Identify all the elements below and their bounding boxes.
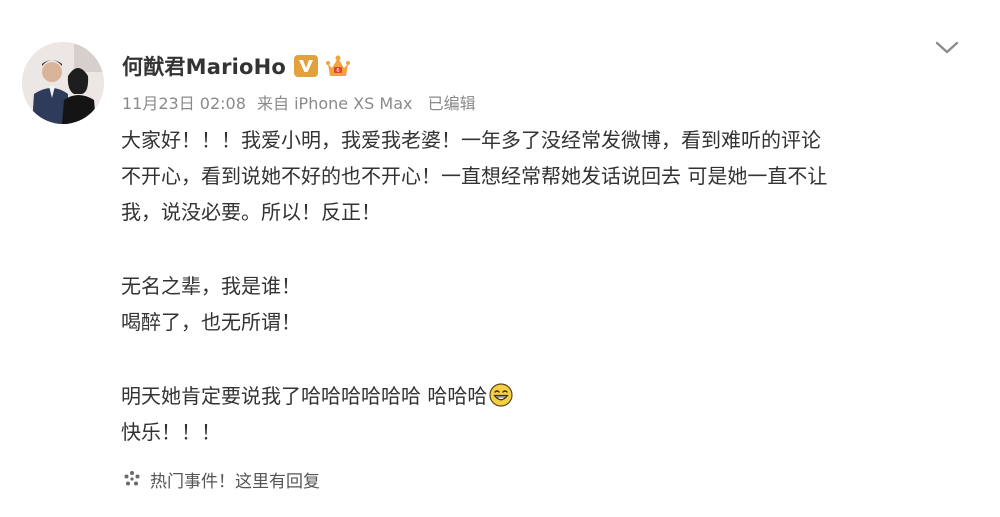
sparkle-icon — [122, 469, 142, 489]
post-line: 无名之辈，我是谁！ — [121, 274, 301, 298]
username[interactable]: 何猷君MarioHo — [122, 51, 286, 81]
hot-topic-footer[interactable]: 热门事件！这里有回复 — [122, 466, 320, 492]
post-line: 我，说没必要。所以！反正！ — [121, 200, 381, 224]
grinning-face-icon — [489, 382, 513, 407]
post-line-with-emoji: 明天她肯定要说我了哈哈哈哈哈哈 哈哈哈 — [121, 378, 961, 414]
post-line: 不开心，看到说她不好的也不开心！一直想经常帮她发话说回去 可是她一直不让 — [121, 164, 828, 188]
post-line: 喝醉了，也无所谓！ — [121, 310, 301, 334]
username-row: 何猷君MarioHo 6 — [122, 50, 351, 82]
svg-text:6: 6 — [336, 68, 339, 74]
post-date[interactable]: 11月23日 02:08 — [122, 94, 246, 113]
post-source[interactable]: 来自 iPhone XS Max — [257, 94, 412, 113]
post-line: 快乐！！！ — [121, 420, 221, 444]
post-line: 明天她肯定要说我了哈哈哈哈哈哈 哈哈哈 — [121, 384, 488, 408]
avatar[interactable] — [22, 42, 104, 124]
chevron-down-icon[interactable] — [932, 36, 962, 60]
crown-member-icon[interactable]: 6 — [325, 54, 351, 78]
hot-topic-text[interactable]: 热门事件！这里有回复 — [150, 467, 320, 492]
weibo-post-card: 何猷君MarioHo 6 11月23日 02:08 来自 iPhone XS M… — [0, 0, 1000, 517]
verified-v-icon[interactable] — [294, 55, 319, 77]
post-line: 大家好！！！我爱小明，我爱我老婆！一年多了没经常发微博，看到难听的评论 — [121, 128, 821, 152]
post-body: 大家好！！！我爱小明，我爱我老婆！一年多了没经常发微博，看到难听的评论 不开心，… — [121, 122, 961, 450]
post-meta: 11月23日 02:08 来自 iPhone XS Max 已编辑 — [122, 90, 482, 114]
edited-label[interactable]: 已编辑 — [428, 94, 476, 113]
